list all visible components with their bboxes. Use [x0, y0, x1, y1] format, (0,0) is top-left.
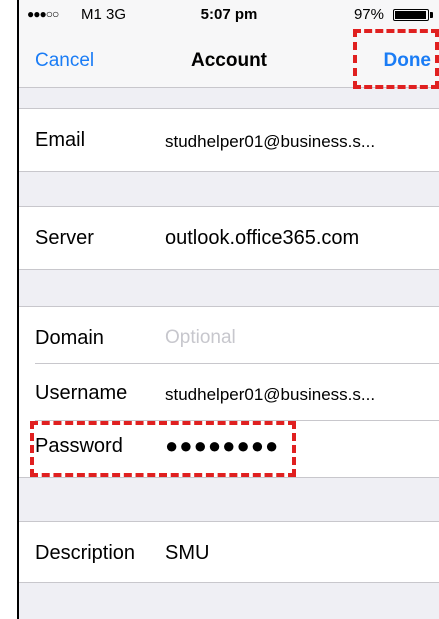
- username-field[interactable]: studhelper01@business.s...: [165, 385, 375, 405]
- email-row[interactable]: Email studhelper01@business.s...: [19, 109, 439, 171]
- description-label: Description: [35, 542, 136, 564]
- email-field[interactable]: studhelper01@business.s...: [165, 132, 375, 152]
- section-divider: [19, 477, 439, 478]
- done-button[interactable]: Done: [384, 50, 432, 72]
- server-label: Server: [35, 227, 94, 249]
- page-title: Account: [191, 50, 267, 71]
- row-divider: [35, 363, 439, 364]
- domain-label: Domain: [35, 327, 104, 349]
- server-field[interactable]: outlook.office365.com: [165, 227, 359, 250]
- domain-field[interactable]: Optional: [165, 327, 236, 349]
- description-row[interactable]: Description SMU: [19, 522, 439, 582]
- section-divider: [19, 582, 439, 583]
- battery-percentage: 97%: [353, 6, 384, 23]
- username-label: Username: [35, 382, 128, 404]
- credentials-group: Domain Optional Username studhelper01@bu…: [19, 307, 439, 477]
- phone-screen: ●●●○○ M1 3G 5:07 pm 97% Cancel Account D…: [19, 0, 439, 619]
- section-divider: [19, 269, 439, 270]
- server-row[interactable]: Server outlook.office365.com: [19, 207, 439, 269]
- navigation-bar: Cancel Account Done: [19, 30, 439, 88]
- email-label: Email: [35, 129, 86, 151]
- status-bar: ●●●○○ M1 3G 5:07 pm 97%: [19, 0, 439, 30]
- section-divider: [19, 171, 439, 172]
- battery-fill: [395, 11, 427, 19]
- battery-icon: [393, 9, 429, 21]
- password-field[interactable]: ●●●●●●●●: [165, 433, 279, 459]
- row-divider: [35, 420, 439, 421]
- battery-cap-icon: [430, 12, 433, 18]
- description-field[interactable]: SMU: [165, 542, 209, 565]
- password-label: Password: [35, 435, 123, 457]
